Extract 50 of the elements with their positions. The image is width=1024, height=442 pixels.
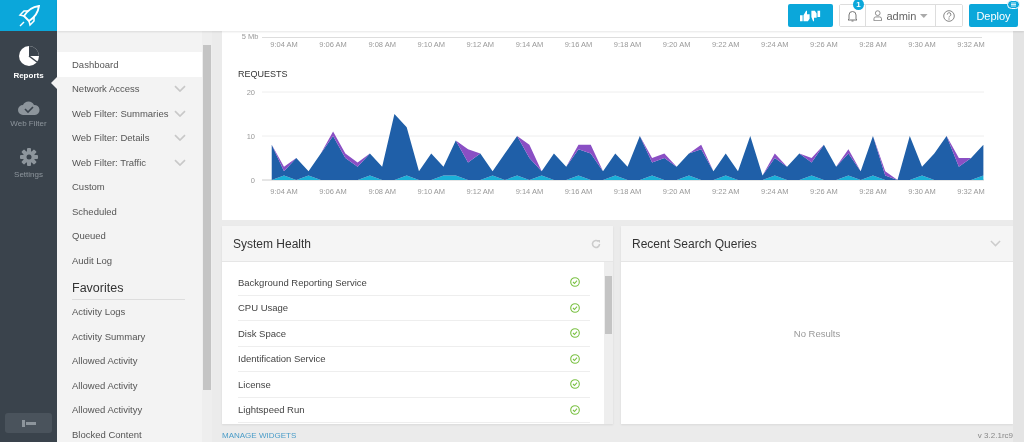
- report-menu-item[interactable]: Scheduled: [57, 199, 202, 224]
- chevron-down-icon: [174, 85, 186, 93]
- cloud-check-icon: [17, 100, 40, 115]
- scrollbar[interactable]: [202, 31, 212, 442]
- thumbs-up-down-icon: [800, 9, 821, 22]
- card-title: Recent Search Queries: [632, 236, 757, 251]
- bell-icon: [847, 9, 858, 22]
- health-item-label: Disk Space: [238, 327, 287, 339]
- health-item-label: Identification Service: [238, 353, 326, 365]
- scrollbar[interactable]: [604, 262, 613, 424]
- chevron-down-icon: [174, 158, 186, 166]
- favorite-menu-item[interactable]: Activity Summary: [57, 324, 202, 349]
- report-menu-item[interactable]: Dashboard: [57, 52, 202, 77]
- report-menu-item[interactable]: Custom: [57, 174, 202, 199]
- caret-icon: [920, 13, 928, 18]
- help-icon: [943, 9, 955, 22]
- feedback-button[interactable]: [788, 4, 833, 27]
- refresh-icon[interactable]: [591, 238, 601, 249]
- health-item-label: License: [238, 378, 271, 390]
- chart-title: REQUESTS: [238, 69, 289, 79]
- page-scrollbar[interactable]: [1013, 31, 1024, 442]
- favorite-menu-item[interactable]: Allowed Activityy: [57, 397, 202, 422]
- report-menu-item[interactable]: Queued: [57, 223, 202, 248]
- card-title: System Health: [233, 236, 312, 251]
- empty-state-text: No Results: [793, 327, 841, 339]
- favorite-menu-item[interactable]: Allowed Activity: [57, 373, 202, 398]
- favorite-menu-item[interactable]: Blocked Content: [57, 422, 202, 442]
- collapse-icon: [21, 419, 36, 427]
- report-menu-item[interactable]: Web Filter: Summaries: [57, 101, 202, 126]
- version-text: v 3.2.1rc9: [977, 431, 1013, 440]
- report-menu-item[interactable]: Audit Log: [57, 248, 202, 273]
- report-menu-item[interactable]: Web Filter: Details: [57, 125, 202, 150]
- report-menu-item[interactable]: Web Filter: Traffic: [57, 150, 202, 175]
- notification-badge: 1: [853, 0, 864, 10]
- notifications-button[interactable]: [840, 5, 866, 26]
- favorite-menu-item[interactable]: Activity Logs: [57, 299, 202, 324]
- rocket-logo[interactable]: [0, 0, 57, 31]
- settings-icon: [19, 148, 38, 166]
- favorite-menu-item[interactable]: Allowed Activity: [57, 348, 202, 373]
- user-icon: [873, 10, 883, 21]
- chevron-down-icon: [990, 240, 1001, 247]
- health-item-label: Background Reporting Service: [238, 276, 367, 288]
- report-menu-item[interactable]: Network Access: [57, 76, 202, 101]
- pie-chart-icon: [17, 45, 40, 67]
- chevron-down-icon: [174, 134, 186, 142]
- collapse-toggle-button[interactable]: [5, 413, 52, 433]
- health-item-label: Lightspeed Run: [238, 404, 305, 416]
- health-item-label: CPU Usage: [238, 302, 289, 314]
- favorites-heading: Favorites: [72, 280, 185, 300]
- chevron-down-icon: [174, 109, 186, 117]
